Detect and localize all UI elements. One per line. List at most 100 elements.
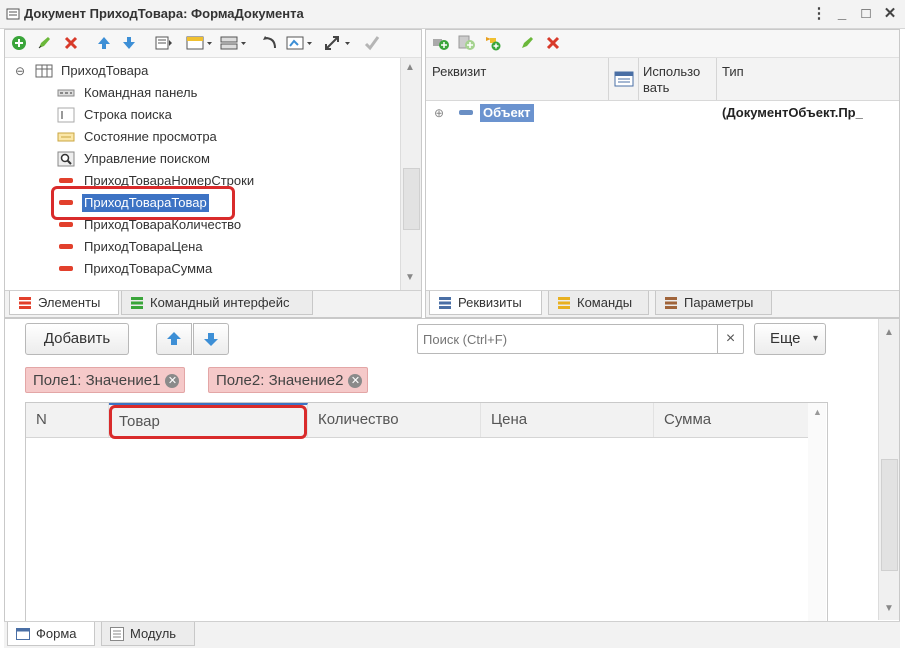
window-menu-button[interactable]: ⋮: [809, 4, 829, 24]
attributes-tabbar: Реквизиты Команды Параметры: [426, 290, 899, 317]
attribute-row[interactable]: ⊕ Объект (ДокументОбъект.Пр_: [426, 102, 899, 124]
attributes-icon: [439, 297, 451, 309]
scroll-down-icon[interactable]: ▼: [405, 272, 415, 283]
column-header-sum[interactable]: Сумма: [654, 403, 808, 437]
attribute-field-icon: [459, 110, 473, 115]
table-scrollbar[interactable]: ▲: [808, 403, 826, 621]
check-form-icon[interactable]: [285, 30, 315, 56]
scroll-up-icon[interactable]: ▲: [884, 327, 894, 338]
tab-parameters[interactable]: Параметры: [655, 291, 772, 315]
tab-command-interface[interactable]: Командный интерфейс: [121, 291, 313, 315]
properties-icon[interactable]: [153, 30, 175, 56]
commands-icon: [558, 297, 570, 309]
attributes-toolbar: [426, 30, 899, 58]
layout-icon[interactable]: [185, 30, 215, 56]
elements-tree: ⊖ ПриходТовара Командная панель Строка п…: [5, 58, 400, 290]
column-header-n[interactable]: N: [26, 403, 109, 437]
tree-root-label: ПриходТовара: [61, 63, 149, 78]
highlight-frame: [109, 405, 307, 439]
minimize-button[interactable]: _: [832, 4, 852, 24]
maximize-button[interactable]: □: [856, 4, 876, 24]
arrow-down-icon: [204, 333, 218, 346]
arrow-up-icon: [167, 332, 181, 345]
column-header-price[interactable]: Цена: [481, 403, 654, 437]
attribute-name: Объект: [480, 104, 534, 122]
add-from-type-icon[interactable]: [482, 30, 504, 56]
add-attribute-icon[interactable]: [430, 30, 452, 56]
expand-icon[interactable]: [323, 30, 353, 56]
search-string-icon: [57, 107, 75, 123]
column-header-use[interactable]: Использо вать: [643, 64, 700, 96]
move-up-button[interactable]: [156, 323, 192, 355]
window-titlebar: Документ ПриходТовара: ФормаДокумента ⋮ …: [0, 0, 905, 29]
command-panel-icon: [57, 89, 75, 97]
column-header-quantity[interactable]: Количество: [308, 403, 481, 437]
attributes-header: Реквизит Использо вать Тип: [426, 58, 899, 101]
window-title: Документ ПриходТовара: ФормаДокумента: [24, 6, 304, 21]
add-column-icon[interactable]: [456, 30, 478, 56]
column-header-type[interactable]: Тип: [722, 64, 744, 79]
move-down-icon[interactable]: [118, 30, 140, 56]
close-button[interactable]: ✕: [880, 4, 900, 24]
tree-item-label: ПриходТовараСумма: [84, 261, 213, 276]
tab-elements-label: Элементы: [38, 295, 101, 310]
tab-form-label: Форма: [36, 626, 77, 641]
search-clear-button[interactable]: ×: [717, 324, 744, 354]
tab-commands-label: Команды: [577, 295, 633, 310]
chevron-down-icon: ▾: [812, 333, 818, 344]
edit-icon[interactable]: [33, 30, 55, 56]
column-header-name[interactable]: Реквизит: [432, 64, 486, 79]
filter-chip-label: Поле1: Значение1: [33, 372, 161, 389]
form-tabbar: Форма Модуль: [4, 621, 900, 648]
more-button[interactable]: Еще ▾: [754, 323, 826, 355]
form-preview: Добавить × Еще ▾ Поле1: Значение1 ✕ Поле…: [4, 318, 900, 622]
scroll-down-icon[interactable]: ▼: [884, 603, 894, 614]
remove-filter-icon[interactable]: ✕: [165, 374, 180, 388]
delete-icon[interactable]: [60, 30, 82, 56]
highlight-frame: [51, 186, 235, 220]
field-icon: [59, 266, 73, 271]
tree-item-label: ПриходТовараЦена: [84, 239, 203, 254]
tab-module[interactable]: Модуль: [101, 622, 195, 646]
tab-commands[interactable]: Команды: [548, 291, 649, 315]
attribute-type: (ДокументОбъект.Пр_: [722, 105, 863, 120]
scroll-up-icon[interactable]: ▲: [405, 62, 415, 73]
add-button[interactable]: Добавить: [25, 323, 129, 355]
expand-icon[interactable]: ⊕: [434, 102, 444, 124]
tab-module-label: Модуль: [130, 626, 177, 641]
preview-scrollbar[interactable]: ▲ ▼: [878, 319, 899, 620]
edit-attribute-icon[interactable]: [516, 30, 538, 56]
field-icon: [59, 222, 73, 227]
field-icon: [59, 178, 73, 183]
remove-filter-icon[interactable]: ✕: [348, 374, 363, 388]
delete-attribute-icon[interactable]: [542, 30, 564, 56]
tab-form[interactable]: Форма: [7, 622, 95, 646]
elements-toolbar: [5, 30, 421, 58]
filter-chip[interactable]: Поле2: Значение2 ✕: [208, 367, 369, 393]
items-table: N Товар Количество Цена Сумма ▲: [25, 402, 828, 621]
scroll-thumb[interactable]: [403, 168, 420, 230]
column-header-use-line1: Использо: [643, 64, 701, 79]
elements-tabbar: Элементы Командный интерфейс: [5, 290, 421, 317]
module-icon: [110, 627, 124, 641]
tab-command-interface-label: Командный интерфейс: [150, 295, 290, 310]
add-icon[interactable]: [8, 30, 30, 56]
undo-icon[interactable]: [259, 30, 281, 56]
checkmark-icon[interactable]: [361, 30, 383, 56]
command-interface-icon: [131, 297, 143, 309]
tree-item-label: Строка поиска: [84, 107, 172, 122]
tree-item-label: Состояние просмотра: [84, 129, 217, 144]
group-icon[interactable]: [219, 30, 249, 56]
scroll-thumb[interactable]: [881, 459, 898, 571]
collapse-icon[interactable]: ⊖: [15, 60, 25, 82]
move-up-icon[interactable]: [93, 30, 115, 56]
tab-attributes[interactable]: Реквизиты: [429, 291, 542, 315]
search-input[interactable]: [417, 324, 719, 354]
tree-item-label: Командная панель: [84, 85, 198, 100]
tab-elements[interactable]: Элементы: [9, 291, 119, 315]
filter-chip[interactable]: Поле1: Значение1 ✕: [25, 367, 186, 393]
scroll-up-icon[interactable]: ▲: [813, 407, 822, 417]
elements-icon: [19, 297, 31, 309]
elements-scrollbar[interactable]: ▲ ▼: [400, 58, 421, 290]
move-down-button[interactable]: [193, 323, 229, 355]
